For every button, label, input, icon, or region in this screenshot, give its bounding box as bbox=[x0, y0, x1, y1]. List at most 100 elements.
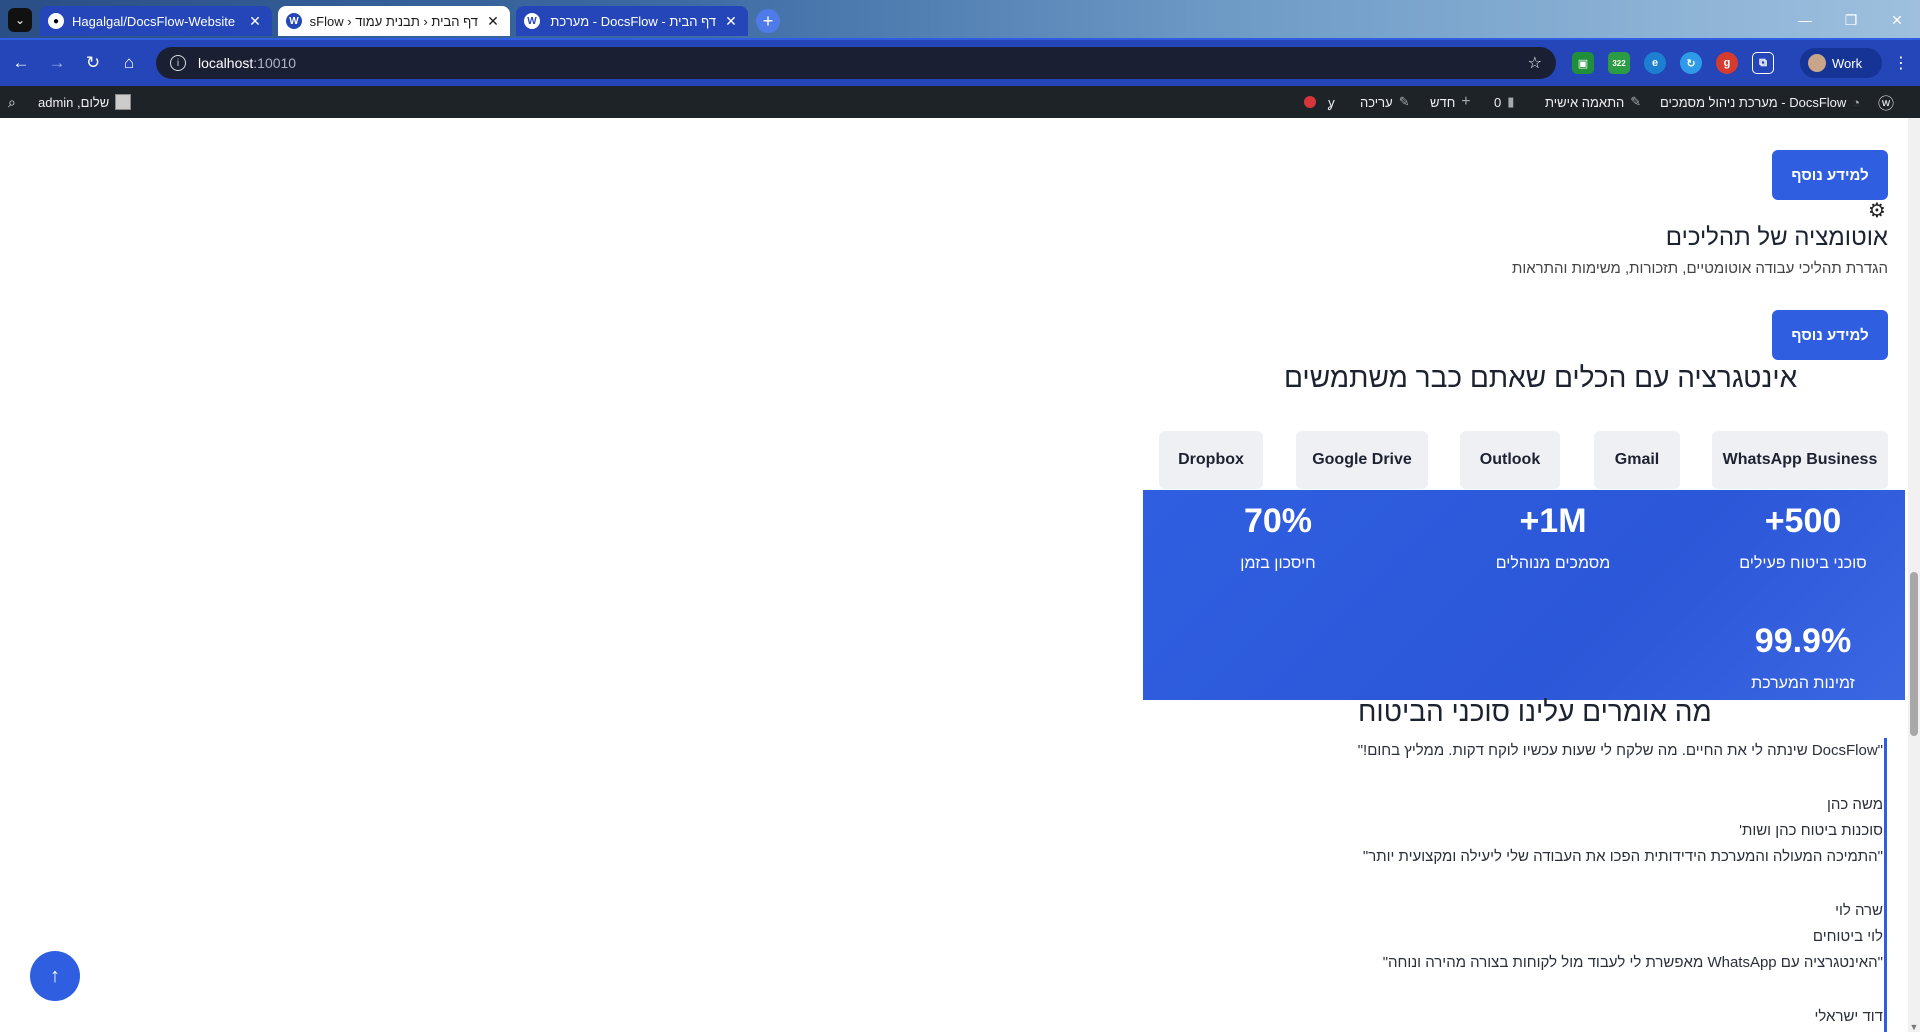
sync-extension-icon[interactable]: ↻ bbox=[1680, 52, 1702, 74]
stat-value: 70% bbox=[1243, 502, 1313, 540]
site-info-icon[interactable]: i bbox=[170, 55, 186, 71]
dashboard-icon: ◔ bbox=[1852, 94, 1861, 110]
window-close-icon[interactable]: ✕ bbox=[1874, 0, 1920, 40]
github-icon: ● bbox=[48, 13, 64, 29]
stat-agents: +500 סוכני ביטוח פעילים bbox=[1713, 502, 1893, 573]
url-host: localhost bbox=[198, 55, 254, 71]
tab-title: דף הבית - DocsFlow - מערכת נ bbox=[548, 13, 716, 29]
gear-icon: ⚙ bbox=[1868, 200, 1886, 222]
comment-icon: ▮ bbox=[1507, 94, 1515, 109]
integration-whatsapp[interactable]: WhatsApp Business bbox=[1712, 431, 1888, 489]
maximize-icon[interactable]: ❐ bbox=[1828, 0, 1874, 40]
extension-badge: 322 bbox=[1612, 58, 1626, 68]
stat-label: זמינות המערכת bbox=[1751, 675, 1855, 692]
address-bar[interactable]: i localhost:10010 ☆ bbox=[156, 47, 1556, 79]
brush-icon: ✎ bbox=[1630, 94, 1642, 109]
tab-page-template[interactable]: W דף הבית ‹ תבנית עמוד ‹ DocsFlow ✕ bbox=[278, 6, 510, 36]
stat-value: +1M bbox=[1519, 502, 1587, 540]
home-icon[interactable]: ⌂ bbox=[116, 50, 142, 76]
customize-label: התאמה אישית bbox=[1545, 94, 1625, 110]
yoast-icon[interactable]: ỿ bbox=[1328, 86, 1335, 118]
testimonial-quote: "האינטגרציה עם WhatsApp מאפשרת לי לעבוד … bbox=[1382, 954, 1883, 971]
browser-menu-icon[interactable]: ⋮ bbox=[1890, 52, 1912, 74]
tab-github[interactable]: ● Hagalgal/DocsFlow-Website ✕ bbox=[40, 6, 272, 36]
testimonial-company: לוי ביטוחים bbox=[1812, 928, 1883, 945]
testimonial-quote: "התמיכה המעולה והמערכת הידידותית הפכו את… bbox=[1362, 848, 1883, 865]
integration-outlook[interactable]: Outlook bbox=[1460, 431, 1560, 489]
close-icon[interactable]: ✕ bbox=[484, 12, 502, 30]
stat-label: מסמכים מנוהלים bbox=[1495, 555, 1611, 572]
testimonial-company: סוכנות ביטוח כהן ושות' bbox=[1739, 822, 1883, 839]
page-scrollbar[interactable]: ▼ bbox=[1908, 118, 1920, 1032]
tab-home[interactable]: W דף הבית - DocsFlow - מערכת נ ✕ bbox=[516, 6, 748, 36]
back-icon[interactable]: ← bbox=[8, 50, 34, 76]
grammar-extension-icon[interactable]: g bbox=[1716, 52, 1738, 74]
plus-icon: + bbox=[1461, 93, 1471, 110]
edit-label: עריכה bbox=[1360, 94, 1393, 110]
feature-title: אוטומציה של תהליכים bbox=[1665, 224, 1888, 251]
profile-button[interactable]: Work bbox=[1800, 48, 1882, 78]
integration-dropbox[interactable]: Dropbox bbox=[1159, 431, 1263, 489]
integration-google-drive[interactable]: Google Drive bbox=[1296, 431, 1428, 489]
new-tab-button[interactable]: + bbox=[756, 9, 780, 33]
scrollbar-thumb[interactable] bbox=[1910, 572, 1918, 736]
pencil-icon: ✎ bbox=[1398, 94, 1410, 109]
edge-extension-icon[interactable]: e bbox=[1644, 52, 1666, 74]
reload-icon[interactable]: ↻ bbox=[80, 50, 106, 76]
learn-more-button[interactable]: למידע נוסף bbox=[1772, 310, 1888, 360]
wordpress-logo-icon[interactable]: ⓦ bbox=[1878, 86, 1894, 118]
greeting: שלום, admin bbox=[38, 94, 110, 110]
wordpress-icon: W bbox=[286, 13, 302, 29]
admin-edit-link[interactable]: ✎ עריכה bbox=[1360, 86, 1410, 118]
testimonials-title: מה אומרים עלינו סוכני הביטוח bbox=[1358, 696, 1712, 727]
page-content: למידע נוסף ⚙ אוטומציה של תהליכים הגדרת ת… bbox=[0, 118, 1908, 1032]
testimonial-name: שרה לוי bbox=[1835, 902, 1883, 919]
forward-icon[interactable]: → bbox=[44, 50, 70, 76]
learn-more-button[interactable]: למידע נוסף bbox=[1772, 150, 1888, 200]
integration-gmail[interactable]: Gmail bbox=[1594, 431, 1680, 489]
wp-admin-bar: ⓦ ◔ DocsFlow - מערכת ניהול מסמכים ✎ התאמ… bbox=[0, 86, 1920, 118]
close-icon[interactable]: ✕ bbox=[722, 12, 740, 30]
testimonial-name: משה כהן bbox=[1826, 796, 1883, 813]
admin-comments-link[interactable]: ▮ 0 bbox=[1494, 86, 1514, 118]
admin-customize-link[interactable]: ✎ התאמה אישית bbox=[1545, 86, 1641, 118]
admin-site-link[interactable]: ◔ DocsFlow - מערכת ניהול מסמכים bbox=[1660, 86, 1860, 118]
stat-uptime: 99.9% זמינות המערכת bbox=[1713, 622, 1893, 693]
new-label: חדש bbox=[1430, 94, 1456, 110]
stat-value: 99.9% bbox=[1754, 622, 1852, 660]
avatar bbox=[1808, 54, 1826, 72]
testimonial-name: דוד ישראלי bbox=[1814, 1008, 1883, 1025]
bookmark-star-icon[interactable]: ☆ bbox=[1528, 53, 1542, 73]
scroll-down-icon[interactable]: ▼ bbox=[1909, 1022, 1919, 1032]
admin-account-link[interactable]: שלום, admin bbox=[38, 86, 132, 118]
seo-status-icon[interactable] bbox=[1304, 86, 1316, 118]
site-name: DocsFlow - מערכת ניהול מסמכים bbox=[1660, 94, 1847, 110]
wordpress-icon: W bbox=[524, 13, 540, 29]
close-icon[interactable]: ✕ bbox=[246, 12, 264, 30]
stat-documents: +1M מסמכים מנוהלים bbox=[1463, 502, 1643, 573]
search-icon[interactable]: ⌕ bbox=[8, 86, 16, 118]
browser-toolbar: ← → ↻ ⌂ i localhost:10010 ☆ ▣ 322 e ↻ g … bbox=[0, 40, 1920, 86]
profile-label: Work bbox=[1832, 55, 1863, 71]
url-port: :10010 bbox=[253, 55, 297, 71]
comments-count: 0 bbox=[1494, 94, 1502, 110]
extension-badge-icon[interactable]: 322 bbox=[1608, 52, 1630, 74]
avatar bbox=[115, 94, 132, 110]
extensions-puzzle-icon[interactable]: ⧉ bbox=[1752, 52, 1774, 74]
testimonial-accent-bar bbox=[1884, 738, 1887, 1032]
stat-value: +500 bbox=[1764, 502, 1842, 540]
stat-label: חיסכון בזמן bbox=[1240, 555, 1316, 572]
minimize-icon[interactable]: — bbox=[1782, 0, 1828, 40]
testimonial-quote: "DocsFlow שינתה לי את החיים. מה שלקח לי … bbox=[1357, 742, 1883, 759]
stat-label: סוכני ביטוח פעילים bbox=[1739, 555, 1867, 572]
tab-title: דף הבית ‹ תבנית עמוד ‹ DocsFlow bbox=[310, 13, 478, 29]
admin-new-link[interactable]: + חדש bbox=[1430, 86, 1471, 118]
extension-icon[interactable]: ▣ bbox=[1572, 52, 1594, 74]
tab-strip: ⌄ ● Hagalgal/DocsFlow-Website ✕ W דף הבי… bbox=[0, 0, 1920, 40]
tab-search-chevron-icon[interactable]: ⌄ bbox=[8, 8, 32, 32]
scroll-to-top-button[interactable]: ↑ bbox=[30, 951, 80, 1001]
integrations-title: אינטגרציה עם הכלים שאתם כבר משתמשים bbox=[1284, 362, 1798, 393]
stats-section: +500 סוכני ביטוח פעילים +1M מסמכים מנוהל… bbox=[1143, 490, 1905, 700]
tab-title: Hagalgal/DocsFlow-Website bbox=[72, 13, 236, 29]
stat-time-saved: 70% חיסכון בזמן bbox=[1203, 502, 1353, 573]
